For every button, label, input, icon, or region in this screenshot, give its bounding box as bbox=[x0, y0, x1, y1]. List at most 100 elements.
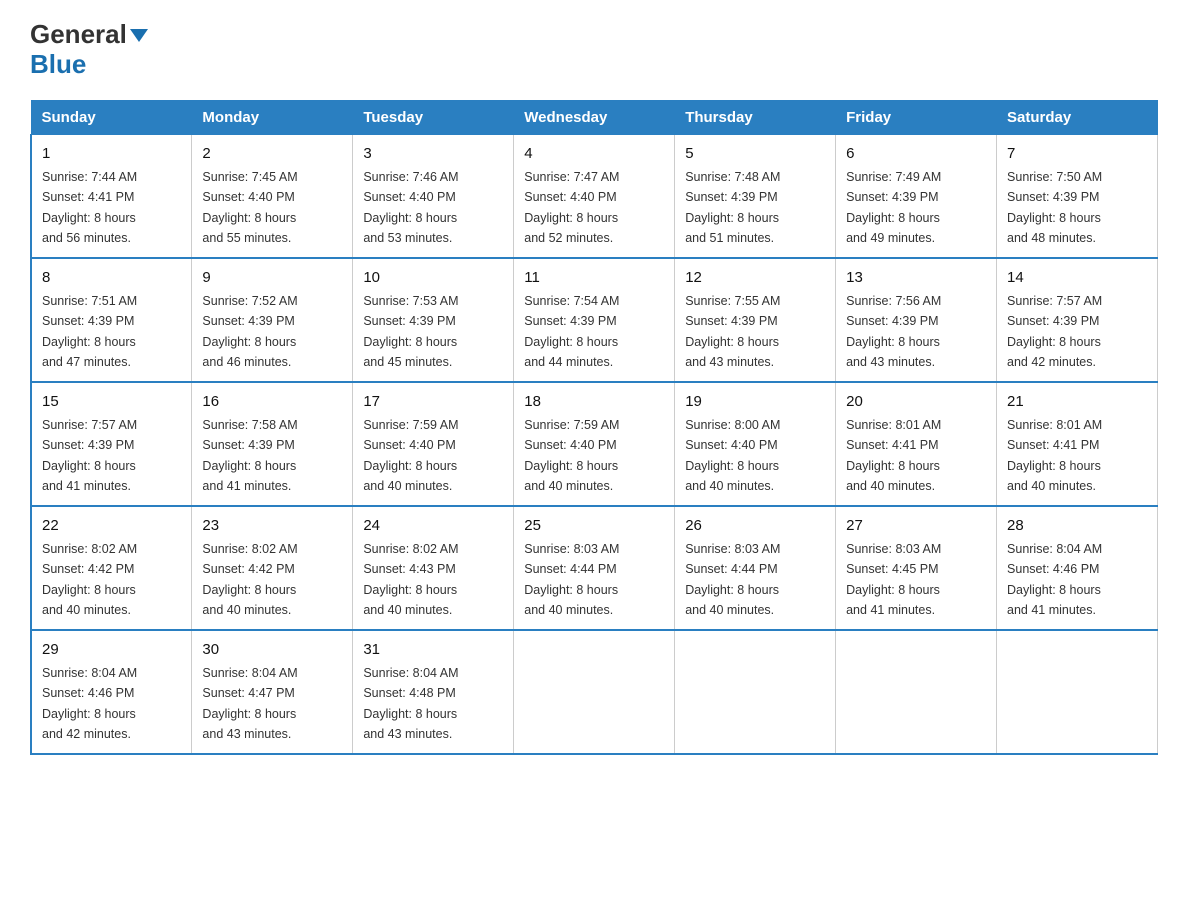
day-number: 8 bbox=[42, 267, 181, 290]
day-cell: 4 Sunrise: 7:47 AMSunset: 4:40 PMDaylight… bbox=[514, 134, 675, 258]
day-info: Sunrise: 7:59 AMSunset: 4:40 PMDaylight:… bbox=[524, 418, 619, 493]
day-cell: 31 Sunrise: 8:04 AMSunset: 4:48 PMDayligh… bbox=[353, 630, 514, 754]
day-number: 26 bbox=[685, 515, 825, 538]
day-number: 31 bbox=[363, 639, 503, 662]
day-info: Sunrise: 7:56 AMSunset: 4:39 PMDaylight:… bbox=[846, 294, 941, 369]
day-info: Sunrise: 8:02 AMSunset: 4:42 PMDaylight:… bbox=[202, 542, 297, 617]
week-row-4: 22Sunrise: 8:02 AMSunset: 4:42 PMDayligh… bbox=[31, 506, 1158, 630]
day-cell: 10 Sunrise: 7:53 AMSunset: 4:39 PMDayligh… bbox=[353, 258, 514, 382]
day-number: 4 bbox=[524, 143, 664, 166]
day-number: 6 bbox=[846, 143, 986, 166]
day-info: Sunrise: 7:52 AMSunset: 4:39 PMDaylight:… bbox=[202, 294, 297, 369]
day-number: 5 bbox=[685, 143, 825, 166]
day-cell: 25 Sunrise: 8:03 AMSunset: 4:44 PMDayligh… bbox=[514, 506, 675, 630]
day-info: Sunrise: 7:47 AMSunset: 4:40 PMDaylight:… bbox=[524, 170, 619, 245]
day-cell: 22Sunrise: 8:02 AMSunset: 4:42 PMDayligh… bbox=[31, 506, 192, 630]
day-cell: 14 Sunrise: 7:57 AMSunset: 4:39 PMDayligh… bbox=[997, 258, 1158, 382]
day-info: Sunrise: 7:51 AMSunset: 4:39 PMDaylight:… bbox=[42, 294, 137, 369]
day-cell: 16 Sunrise: 7:58 AMSunset: 4:39 PMDayligh… bbox=[192, 382, 353, 506]
day-info: Sunrise: 7:49 AMSunset: 4:39 PMDaylight:… bbox=[846, 170, 941, 245]
day-number: 3 bbox=[363, 143, 503, 166]
week-row-1: 1 Sunrise: 7:44 AMSunset: 4:41 PMDaylight… bbox=[31, 134, 1158, 258]
logo: General Blue bbox=[30, 20, 148, 80]
day-cell: 9Sunrise: 7:52 AMSunset: 4:39 PMDaylight… bbox=[192, 258, 353, 382]
logo-blue: Blue bbox=[30, 49, 86, 79]
day-info: Sunrise: 8:04 AMSunset: 4:48 PMDaylight:… bbox=[363, 666, 458, 741]
day-cell: 18 Sunrise: 7:59 AMSunset: 4:40 PMDayligh… bbox=[514, 382, 675, 506]
weekday-header-friday: Friday bbox=[836, 100, 997, 134]
calendar-table: SundayMondayTuesdayWednesdayThursdayFrid… bbox=[30, 100, 1158, 755]
day-info: Sunrise: 7:50 AMSunset: 4:39 PMDaylight:… bbox=[1007, 170, 1102, 245]
weekday-header-monday: Monday bbox=[192, 100, 353, 134]
day-number: 15 bbox=[42, 391, 181, 414]
day-cell: 28 Sunrise: 8:04 AMSunset: 4:46 PMDayligh… bbox=[997, 506, 1158, 630]
weekday-header-tuesday: Tuesday bbox=[353, 100, 514, 134]
day-number: 20 bbox=[846, 391, 986, 414]
day-number: 13 bbox=[846, 267, 986, 290]
day-info: Sunrise: 8:03 AMSunset: 4:44 PMDaylight:… bbox=[524, 542, 619, 617]
week-row-2: 8 Sunrise: 7:51 AMSunset: 4:39 PMDaylight… bbox=[31, 258, 1158, 382]
day-cell: 7 Sunrise: 7:50 AMSunset: 4:39 PMDaylight… bbox=[997, 134, 1158, 258]
weekday-header-wednesday: Wednesday bbox=[514, 100, 675, 134]
day-info: Sunrise: 7:55 AMSunset: 4:39 PMDaylight:… bbox=[685, 294, 780, 369]
weekday-header-row: SundayMondayTuesdayWednesdayThursdayFrid… bbox=[31, 100, 1158, 134]
day-info: Sunrise: 8:04 AMSunset: 4:46 PMDaylight:… bbox=[1007, 542, 1102, 617]
day-number: 25 bbox=[524, 515, 664, 538]
day-info: Sunrise: 8:01 AMSunset: 4:41 PMDaylight:… bbox=[1007, 418, 1102, 493]
day-number: 28 bbox=[1007, 515, 1147, 538]
day-info: Sunrise: 7:44 AMSunset: 4:41 PMDaylight:… bbox=[42, 170, 137, 245]
day-cell bbox=[514, 630, 675, 754]
day-cell: 21 Sunrise: 8:01 AMSunset: 4:41 PMDayligh… bbox=[997, 382, 1158, 506]
day-info: Sunrise: 7:46 AMSunset: 4:40 PMDaylight:… bbox=[363, 170, 458, 245]
day-cell: 6 Sunrise: 7:49 AMSunset: 4:39 PMDaylight… bbox=[836, 134, 997, 258]
day-info: Sunrise: 7:57 AMSunset: 4:39 PMDaylight:… bbox=[42, 418, 137, 493]
day-cell: 23 Sunrise: 8:02 AMSunset: 4:42 PMDayligh… bbox=[192, 506, 353, 630]
day-number: 18 bbox=[524, 391, 664, 414]
day-number: 16 bbox=[202, 391, 342, 414]
day-info: Sunrise: 8:01 AMSunset: 4:41 PMDaylight:… bbox=[846, 418, 941, 493]
week-row-3: 15 Sunrise: 7:57 AMSunset: 4:39 PMDayligh… bbox=[31, 382, 1158, 506]
day-info: Sunrise: 7:45 AMSunset: 4:40 PMDaylight:… bbox=[202, 170, 297, 245]
day-cell: 29 Sunrise: 8:04 AMSunset: 4:46 PMDayligh… bbox=[31, 630, 192, 754]
day-number: 14 bbox=[1007, 267, 1147, 290]
day-info: Sunrise: 8:02 AMSunset: 4:42 PMDaylight:… bbox=[42, 542, 137, 617]
weekday-header-thursday: Thursday bbox=[675, 100, 836, 134]
day-number: 21 bbox=[1007, 391, 1147, 414]
day-number: 24 bbox=[363, 515, 503, 538]
day-number: 23 bbox=[202, 515, 342, 538]
day-number: 7 bbox=[1007, 143, 1147, 166]
day-info: Sunrise: 8:04 AMSunset: 4:46 PMDaylight:… bbox=[42, 666, 137, 741]
week-row-5: 29 Sunrise: 8:04 AMSunset: 4:46 PMDayligh… bbox=[31, 630, 1158, 754]
day-number: 17 bbox=[363, 391, 503, 414]
day-number: 1 bbox=[42, 143, 181, 166]
day-cell: 19Sunrise: 8:00 AMSunset: 4:40 PMDayligh… bbox=[675, 382, 836, 506]
day-cell: 12 Sunrise: 7:55 AMSunset: 4:39 PMDayligh… bbox=[675, 258, 836, 382]
day-number: 29 bbox=[42, 639, 181, 662]
day-cell: 27Sunrise: 8:03 AMSunset: 4:45 PMDayligh… bbox=[836, 506, 997, 630]
day-cell bbox=[997, 630, 1158, 754]
day-info: Sunrise: 7:57 AMSunset: 4:39 PMDaylight:… bbox=[1007, 294, 1102, 369]
day-cell: 20 Sunrise: 8:01 AMSunset: 4:41 PMDayligh… bbox=[836, 382, 997, 506]
day-info: Sunrise: 8:02 AMSunset: 4:43 PMDaylight:… bbox=[363, 542, 458, 617]
day-info: Sunrise: 7:54 AMSunset: 4:39 PMDaylight:… bbox=[524, 294, 619, 369]
day-cell: 30Sunrise: 8:04 AMSunset: 4:47 PMDayligh… bbox=[192, 630, 353, 754]
day-cell: 17Sunrise: 7:59 AMSunset: 4:40 PMDayligh… bbox=[353, 382, 514, 506]
day-cell: 11 Sunrise: 7:54 AMSunset: 4:39 PMDayligh… bbox=[514, 258, 675, 382]
day-number: 11 bbox=[524, 267, 664, 290]
day-cell: 24 Sunrise: 8:02 AMSunset: 4:43 PMDayligh… bbox=[353, 506, 514, 630]
day-cell bbox=[836, 630, 997, 754]
day-number: 19 bbox=[685, 391, 825, 414]
day-info: Sunrise: 7:53 AMSunset: 4:39 PMDaylight:… bbox=[363, 294, 458, 369]
day-cell: 5 Sunrise: 7:48 AMSunset: 4:39 PMDaylight… bbox=[675, 134, 836, 258]
day-cell bbox=[675, 630, 836, 754]
day-cell: 15 Sunrise: 7:57 AMSunset: 4:39 PMDayligh… bbox=[31, 382, 192, 506]
day-number: 12 bbox=[685, 267, 825, 290]
day-info: Sunrise: 8:04 AMSunset: 4:47 PMDaylight:… bbox=[202, 666, 297, 741]
day-cell: 8 Sunrise: 7:51 AMSunset: 4:39 PMDaylight… bbox=[31, 258, 192, 382]
day-cell: 13 Sunrise: 7:56 AMSunset: 4:39 PMDayligh… bbox=[836, 258, 997, 382]
day-number: 10 bbox=[363, 267, 503, 290]
day-info: Sunrise: 7:48 AMSunset: 4:39 PMDaylight:… bbox=[685, 170, 780, 245]
day-number: 27 bbox=[846, 515, 986, 538]
logo-general: General bbox=[30, 20, 127, 49]
day-info: Sunrise: 7:58 AMSunset: 4:39 PMDaylight:… bbox=[202, 418, 297, 493]
